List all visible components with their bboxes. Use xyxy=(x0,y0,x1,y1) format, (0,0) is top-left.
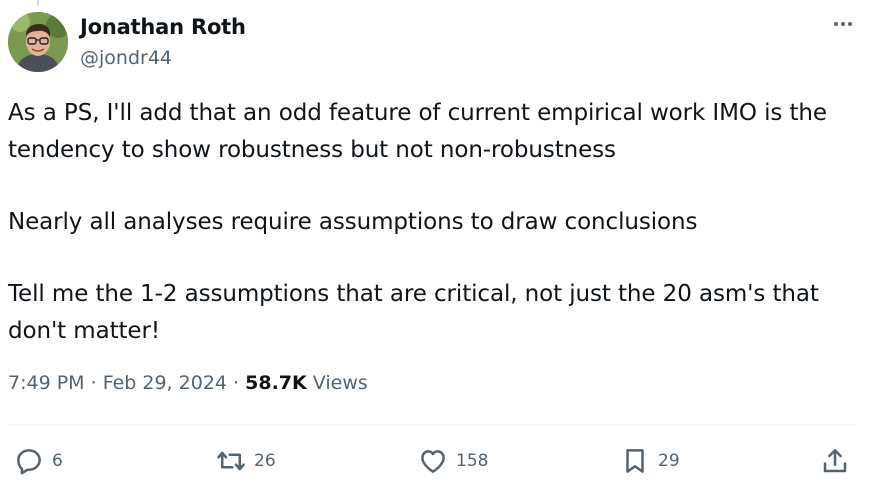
more-horizontal-icon xyxy=(834,22,852,26)
retweet-icon xyxy=(217,451,245,471)
bookmark-button[interactable]: 29 xyxy=(620,446,680,476)
bookmark-icon xyxy=(626,449,644,473)
tweet-paragraph: Tell me the 1-2 assumptions that are cri… xyxy=(8,281,819,344)
reply-count: 6 xyxy=(52,451,63,471)
meta-separator: · xyxy=(90,372,97,394)
like-button[interactable]: 158 xyxy=(418,446,488,476)
author-handle[interactable]: @jondr44 xyxy=(80,47,172,69)
avatar[interactable] xyxy=(8,12,68,72)
views-label: Views xyxy=(312,372,368,394)
share-button[interactable] xyxy=(820,446,850,476)
divider xyxy=(8,424,857,425)
bookmark-count: 29 xyxy=(658,451,680,471)
retweet-count: 26 xyxy=(254,451,276,471)
more-options-button[interactable] xyxy=(829,10,857,38)
meta-separator: · xyxy=(233,372,240,394)
profile-photo-icon xyxy=(8,12,68,72)
tweet-metadata: 7:49 PM · Feb 29, 2024 · 58.7K Views xyxy=(8,372,368,394)
tweet-paragraph: As a PS, I'll add that an odd feature of… xyxy=(8,100,827,163)
retweet-button[interactable]: 26 xyxy=(216,446,276,476)
author-name[interactable]: Jonathan Roth xyxy=(80,15,246,39)
like-count: 158 xyxy=(456,451,489,471)
views-count: 58.7K xyxy=(245,372,307,394)
tweet-paragraph: Nearly all analyses require assumptions … xyxy=(8,209,698,235)
reply-button[interactable]: 6 xyxy=(14,446,63,476)
share-icon xyxy=(823,449,847,473)
tweet-time[interactable]: 7:49 PM xyxy=(8,372,85,394)
reply-icon xyxy=(17,449,41,475)
tweet-date[interactable]: Feb 29, 2024 xyxy=(103,372,227,394)
tweet-text: As a PS, I'll add that an odd feature of… xyxy=(8,95,868,350)
thread-connector-line xyxy=(37,0,39,6)
heart-icon xyxy=(421,450,445,473)
